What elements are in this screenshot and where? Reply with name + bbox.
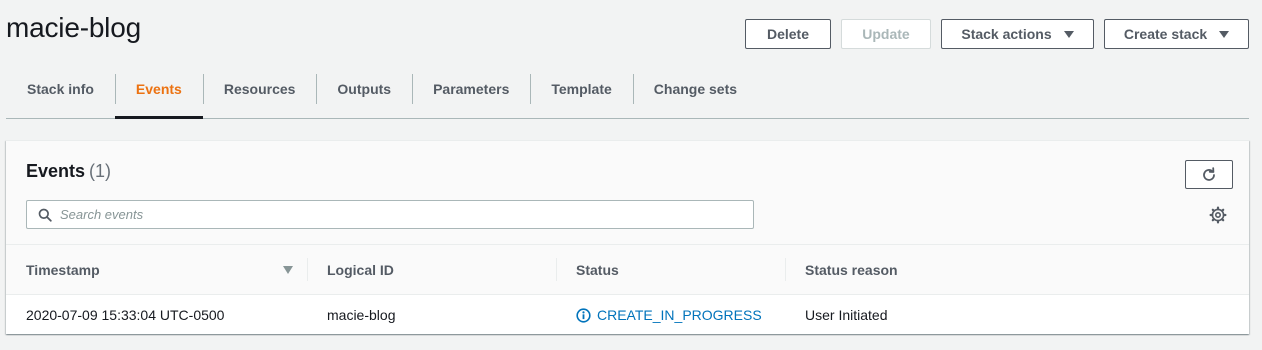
search-events-box xyxy=(26,200,754,229)
column-header-status[interactable]: Status xyxy=(556,245,785,294)
tab-label: Change sets xyxy=(653,81,738,97)
tab-stack-info[interactable]: Stack info xyxy=(6,70,115,118)
column-header-label: Status xyxy=(576,261,619,278)
create-stack-button[interactable]: Create stack xyxy=(1104,19,1249,49)
page-title: macie-blog xyxy=(6,12,141,43)
events-panel: Events (1) Search events Timestamp Logic… xyxy=(6,140,1249,334)
refresh-icon xyxy=(1203,166,1215,181)
table-header-row: Timestamp Logical ID Status Status reaso… xyxy=(6,245,1249,295)
events-title-text: Events xyxy=(26,161,86,181)
tab-label: Outputs xyxy=(337,81,392,97)
create-stack-label: Create stack xyxy=(1123,26,1208,42)
tab-outputs[interactable]: Outputs xyxy=(316,70,412,118)
events-panel-header: Events (1) xyxy=(6,141,1249,245)
tab-parameters[interactable]: Parameters xyxy=(412,70,530,118)
cell-status-reason: User Initiated xyxy=(805,307,888,323)
column-header-label: Status reason xyxy=(805,261,898,278)
column-header-timestamp[interactable]: Timestamp xyxy=(6,245,307,294)
cell-timestamp: 2020-07-09 15:33:04 UTC-0500 xyxy=(26,307,225,323)
tab-change-sets[interactable]: Change sets xyxy=(632,70,758,118)
tab-label: Parameters xyxy=(433,81,510,97)
stack-actions-button[interactable]: Stack actions xyxy=(941,19,1094,49)
caret-down-icon xyxy=(1219,30,1230,38)
status-text: CREATE_IN_PROGRESS xyxy=(597,307,762,323)
table-row[interactable]: 2020-07-09 15:33:04 UTC-0500 macie-blog … xyxy=(6,295,1249,335)
column-header-logical-id[interactable]: Logical ID xyxy=(307,245,556,294)
update-button-label: Update xyxy=(862,26,910,42)
stack-actions-label: Stack actions xyxy=(961,26,1052,42)
search-events-input[interactable] xyxy=(60,207,740,222)
refresh-button[interactable] xyxy=(1185,160,1233,189)
tab-resources[interactable]: Resources xyxy=(202,70,317,118)
column-header-status-reason[interactable]: Status reason xyxy=(785,245,1249,294)
header-actions: Delete Update Stack actions Create stack xyxy=(745,19,1249,49)
caret-down-icon xyxy=(1063,30,1074,38)
events-table: Timestamp Logical ID Status Status reaso… xyxy=(6,245,1249,335)
search-icon xyxy=(38,208,52,222)
delete-button-label: Delete xyxy=(766,26,810,42)
tab-label: Resources xyxy=(223,81,296,97)
stack-tabs: Stack info Events Resources Outputs Para… xyxy=(6,70,1249,119)
tab-label: Stack info xyxy=(27,81,94,97)
tab-label: Events xyxy=(135,81,182,97)
info-icon xyxy=(576,307,591,323)
column-header-label: Logical ID xyxy=(327,261,394,278)
events-count: (1) xyxy=(89,161,112,181)
tab-events[interactable]: Events xyxy=(114,70,203,119)
cell-status[interactable]: CREATE_IN_PROGRESS xyxy=(556,295,785,335)
cell-logical-id: macie-blog xyxy=(327,307,396,323)
tab-template[interactable]: Template xyxy=(530,70,632,118)
update-button[interactable]: Update xyxy=(841,19,931,49)
gear-icon[interactable] xyxy=(1209,206,1227,224)
sort-down-icon[interactable] xyxy=(283,266,293,274)
column-header-label: Timestamp xyxy=(26,261,100,278)
delete-button[interactable]: Delete xyxy=(745,19,831,49)
events-panel-title: Events (1) xyxy=(26,161,111,182)
tab-label: Template xyxy=(551,81,612,97)
